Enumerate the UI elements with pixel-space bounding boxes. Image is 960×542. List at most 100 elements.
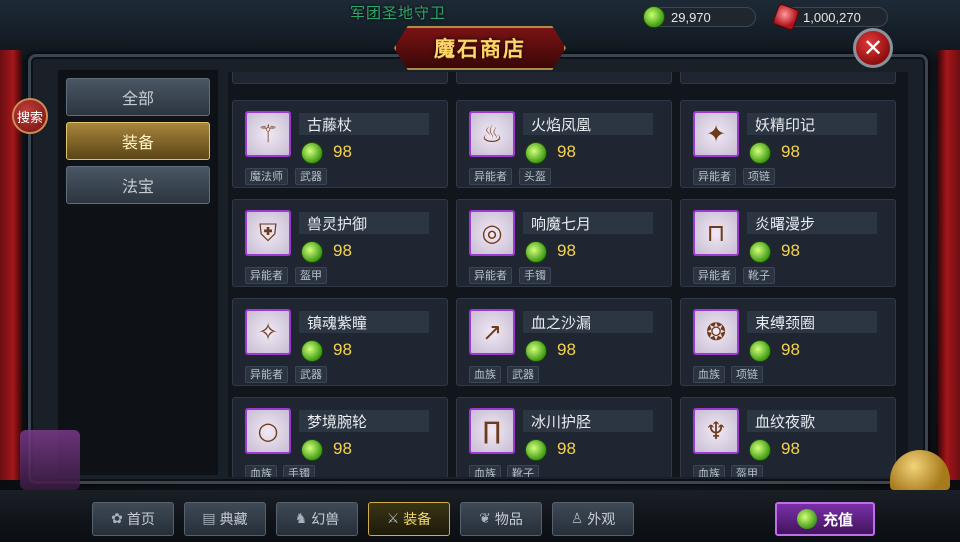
leaf-icon: ❦: [479, 511, 491, 527]
tab-scroll[interactable]: ▤ 典藏: [184, 502, 266, 536]
item-name: 镇魂紫瞳: [307, 314, 368, 332]
item-card[interactable]: ⊓ 炎曙漫步 98 异能者 靴子: [680, 199, 896, 287]
tab-flower[interactable]: ✿ 首页: [92, 502, 174, 536]
item-name: 血之沙漏: [531, 314, 592, 332]
bracelet-icon: ◎: [469, 210, 515, 256]
category-sidebar: 全部 装备 法宝: [58, 70, 218, 475]
item-slot-tag: 手镯: [519, 267, 551, 284]
item-slot-tag: 盔甲: [295, 267, 327, 284]
item-slot-tag: 武器: [507, 366, 539, 383]
recharge-label: 充值: [822, 510, 853, 529]
close-button[interactable]: ✕: [853, 28, 893, 68]
category-label: 法宝: [121, 177, 154, 196]
category-all[interactable]: 全部: [66, 78, 210, 116]
green-gem-icon: [301, 439, 323, 461]
item-card[interactable]: ♨ 火焰凤凰 98 异能者 头盔: [456, 100, 672, 188]
item-class-tag: 异能者: [469, 168, 512, 185]
tab-label: 外观: [587, 512, 616, 528]
item-name: 梦境腕轮: [307, 413, 368, 431]
tab-shirt[interactable]: ♙ 外观: [552, 502, 634, 536]
item-grid[interactable]: ⚚ 古藤杖 98 魔法师 武器 ♨ 火焰凤凰 98 异能者 头盔 ✦ 妖精印记 98 异能者 项链 ⛨ 兽灵护御…: [228, 72, 908, 477]
item-class-tag: 血族: [469, 366, 501, 383]
item-slot-tag: 项链: [731, 366, 763, 383]
ring-icon: ○: [245, 408, 291, 454]
tab-label: 首页: [126, 512, 155, 528]
item-card-partial: [680, 72, 896, 84]
item-card[interactable]: ↗ 血之沙漏 98 血族 武器: [456, 298, 672, 386]
item-card[interactable]: ✦ 妖精印记 98 异能者 项链: [680, 100, 896, 188]
item-class-tag: 异能者: [245, 366, 288, 383]
tab-leaf[interactable]: ❦ 物品: [460, 502, 542, 536]
close-icon: ✕: [862, 34, 884, 62]
title-plate: 魔石商店: [394, 26, 566, 70]
category-treasure[interactable]: 法宝: [66, 166, 210, 204]
right-banner: [938, 50, 960, 480]
item-price: 98: [333, 142, 352, 161]
item-price: 98: [557, 340, 576, 359]
tab-label: 典藏: [219, 512, 248, 528]
item-class-tag: 血族: [693, 366, 725, 383]
item-slot-tag: 武器: [295, 366, 327, 383]
cloak-icon: ♆: [693, 408, 739, 454]
ruby-currency-value: 1,000,270: [803, 9, 861, 25]
green-gem-icon: [749, 241, 771, 263]
category-equipment[interactable]: 装备: [66, 122, 210, 160]
item-card[interactable]: ○ 梦境腕轮 98 血族 手镯: [232, 397, 448, 477]
tab-beast[interactable]: ♞ 幻兽: [276, 502, 358, 536]
flower-icon: ✿: [111, 511, 123, 527]
item-class-tag: 血族: [469, 465, 501, 477]
item-class-tag: 魔法师: [245, 168, 288, 185]
green-gem-icon: [749, 340, 771, 362]
item-name: 血纹夜歌: [755, 413, 816, 431]
item-card[interactable]: ◎ 响魔七月 98 异能者 手镯: [456, 199, 672, 287]
item-class-tag: 异能者: [469, 267, 512, 284]
faction-banner: 军团圣地守卫: [350, 4, 447, 22]
green-gem-icon: [525, 142, 547, 164]
green-currency-display: 29,970: [643, 6, 756, 28]
tab-sword[interactable]: ⚔ 装备: [368, 502, 450, 536]
armor-icon: ⛨: [245, 210, 291, 256]
item-card[interactable]: ⚚ 古藤杖 98 魔法师 武器: [232, 100, 448, 188]
ruby-currency-display: 1,000,270: [771, 2, 888, 32]
green-gem-icon: [301, 241, 323, 263]
item-card[interactable]: ⛨ 兽灵护御 98 异能者 盔甲: [232, 199, 448, 287]
item-card[interactable]: ∏ 冰川护胫 98 血族 靴子: [456, 397, 672, 477]
item-slot-tag: 靴子: [743, 267, 775, 284]
item-card[interactable]: ❂ 束缚颈圈 98 血族 项链: [680, 298, 896, 386]
category-label: 装备: [121, 133, 154, 152]
item-class-tag: 血族: [245, 465, 277, 477]
item-name: 炎曙漫步: [755, 215, 816, 233]
beast-icon: ♞: [294, 511, 308, 527]
item-price: 98: [333, 439, 352, 458]
greaves-icon: ∏: [469, 408, 515, 454]
search-button[interactable]: 搜索: [12, 98, 48, 134]
necklace-icon: ❂: [693, 309, 739, 355]
tab-label: 幻兽: [311, 512, 340, 528]
item-card[interactable]: ✧ 镇魂紫瞳 98 异能者 武器: [232, 298, 448, 386]
green-gem-icon: [749, 142, 771, 164]
green-gem-icon: [525, 241, 547, 263]
item-slot-tag: 武器: [295, 168, 327, 185]
page-title: 魔石商店: [434, 37, 526, 61]
green-gem-icon: [796, 509, 817, 529]
green-gem-icon: [643, 6, 665, 28]
item-price: 98: [781, 241, 800, 260]
shirt-icon: ♙: [570, 511, 584, 527]
item-name: 冰川护胫: [531, 413, 592, 431]
boots-icon: ⊓: [693, 210, 739, 256]
item-price: 98: [333, 340, 352, 359]
item-class-tag: 异能者: [245, 267, 288, 284]
item-class-tag: 血族: [693, 465, 725, 477]
green-gem-icon: [301, 142, 323, 164]
item-price: 98: [781, 142, 800, 161]
sword-icon: ⚔: [386, 511, 400, 527]
scepter-icon: ✧: [245, 309, 291, 355]
item-slot-tag: 头盔: [519, 168, 551, 185]
item-card[interactable]: ♆ 血纹夜歌 98 血族 盔甲: [680, 397, 896, 477]
amulet-icon: ✦: [693, 111, 739, 157]
item-name: 古藤杖: [307, 116, 353, 134]
recharge-button[interactable]: 充值: [775, 502, 875, 536]
item-price: 98: [333, 241, 352, 260]
item-name: 火焰凤凰: [531, 116, 592, 134]
green-gem-icon: [301, 340, 323, 362]
